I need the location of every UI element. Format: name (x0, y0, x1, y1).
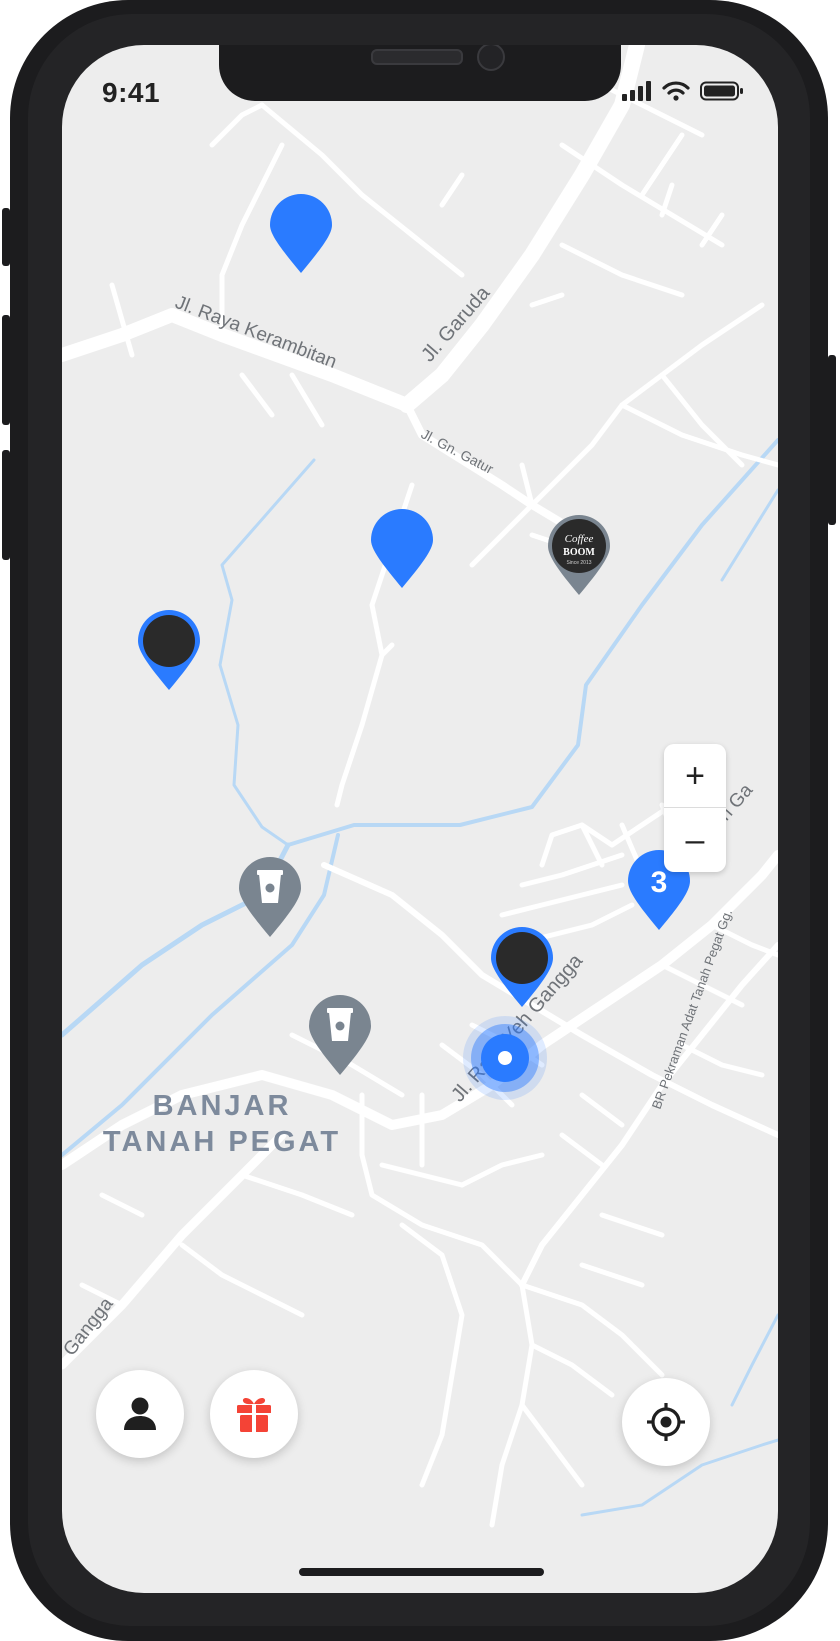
current-location-marker (463, 1016, 547, 1100)
signal-icon (622, 81, 651, 101)
crosshair-icon (647, 1403, 685, 1441)
map-pin[interactable] (270, 194, 332, 273)
locate-me-button[interactable] (622, 1378, 710, 1466)
area-label-banjar: BANJAR (153, 1090, 292, 1122)
screen: Jl. Raya Kerambitan Jl. Garuda Jl. Gn. G… (62, 45, 778, 1593)
zoom-out-button[interactable]: – (664, 808, 726, 871)
coffee-logo-line2: BOOM (563, 547, 595, 558)
zoom-control: + – (664, 744, 726, 872)
home-indicator[interactable] (299, 1568, 544, 1576)
mute-switch (2, 208, 10, 266)
rewards-button[interactable] (210, 1370, 298, 1458)
front-camera (477, 45, 505, 71)
wifi-icon (662, 81, 690, 101)
cafe-pin[interactable] (309, 995, 371, 1075)
gift-icon (237, 1397, 271, 1432)
profile-button[interactable] (96, 1370, 184, 1458)
coffee-logo-line1: Coffee (565, 533, 594, 545)
zoom-in-button[interactable]: + (664, 744, 726, 807)
user-pin[interactable] (138, 610, 200, 690)
coffee-shop-pin[interactable]: Coffee BOOM Since 2013 (548, 515, 610, 595)
coffee-logo-line3: Since 2013 (566, 560, 591, 566)
status-time: 9:41 (102, 77, 161, 108)
street-label-gn-gatur: Jl. Gn. Gatur (419, 426, 497, 478)
cafe-pin[interactable] (239, 857, 301, 937)
speaker (371, 49, 463, 65)
notch (219, 45, 621, 101)
battery-icon (700, 81, 743, 101)
person-icon (124, 1397, 156, 1430)
cluster-count: 3 (651, 866, 668, 899)
volume-up-button (2, 315, 10, 425)
area-label-tanah-pegat: TANAH PEGAT (103, 1126, 341, 1158)
rivers (62, 438, 778, 1517)
status-icons (622, 81, 744, 101)
street-label-gangga: Gangga (62, 1294, 118, 1361)
volume-down-button (2, 450, 10, 560)
power-button (828, 355, 836, 525)
